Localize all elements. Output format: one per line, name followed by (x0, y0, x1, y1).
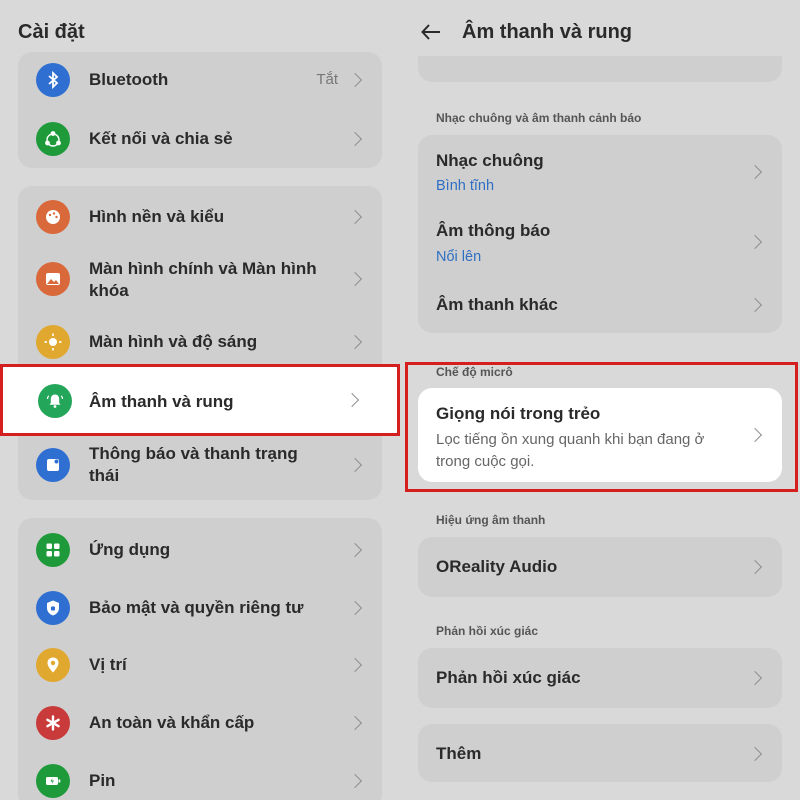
settings-item-location[interactable]: Vị trí (18, 636, 382, 694)
battery-icon (36, 764, 70, 798)
settings-item-notifications[interactable]: Thông báo và thanh trạng thái (18, 432, 382, 498)
notification-icon (36, 448, 70, 482)
settings-item-safety[interactable]: An toàn và khẩn cấp (18, 694, 382, 752)
clear-voice-item[interactable]: Giọng nói trong trẻo Lọc tiếng ồn xung q… (418, 388, 782, 482)
settings-item-label: Pin (89, 771, 116, 790)
ringtone-label: Nhạc chuông (436, 151, 544, 170)
page-title: Âm thanh và rung (462, 20, 633, 43)
display-group: Hình nền và kiểu Màn hình chính và Màn h… (18, 186, 382, 500)
clear-voice-label: Giọng nói trong trẻo (436, 404, 601, 423)
settings-item-label: Thông báo và thanh trạng thái (89, 444, 298, 485)
chevron-right-icon (347, 657, 363, 673)
settings-item-label: Ứng dụng (89, 540, 171, 559)
chevron-right-icon (347, 334, 363, 350)
settings-item-sound[interactable]: Âm thanh và rung (0, 364, 400, 436)
settings-item-label: An toàn và khẩn cấp (89, 713, 255, 732)
settings-item-privacy[interactable]: Bảo mật và quyền riêng tư (18, 578, 382, 638)
chevron-right-icon (344, 392, 360, 408)
notification-sound-item[interactable]: Âm thông báo Nổi lên (418, 207, 782, 279)
chevron-right-icon (347, 271, 363, 287)
image-icon (36, 262, 70, 296)
settings-item-label: Bluetooth (89, 70, 169, 89)
chevron-right-icon (347, 131, 363, 147)
oreality-label: OReality Audio (436, 557, 558, 576)
haptics-label: Phản hồi xúc giác (436, 668, 581, 687)
more-item[interactable]: Thêm (418, 724, 782, 782)
shield-icon (36, 591, 70, 625)
settings-item-label: Màn hình và độ sáng (89, 332, 258, 351)
section-haptics: Phản hồi xúc giác (436, 624, 539, 638)
settings-item-label: Màn hình chính và Màn hình khóa (89, 259, 317, 300)
chevron-right-icon (347, 209, 363, 225)
chevron-right-icon (747, 559, 763, 575)
more-label: Thêm (436, 744, 482, 763)
system-group: Ứng dụng Bảo mật và quyền riêng tư Vị tr… (18, 518, 382, 800)
chevron-right-icon (347, 773, 363, 789)
settings-item-label: Bảo mật và quyền riêng tư (89, 598, 304, 617)
sound-header: Âm thanh và rung (400, 0, 800, 64)
ringtone-value: Bình tĩnh (436, 178, 495, 194)
palette-icon (36, 200, 70, 234)
chevron-right-icon (747, 670, 763, 686)
previous-card (418, 56, 782, 82)
settings-item-label: Vị trí (89, 655, 127, 674)
bluetooth-icon (36, 63, 70, 97)
chevron-right-icon (747, 427, 763, 443)
settings-item-homescreen[interactable]: Màn hình chính và Màn hình khóa (18, 248, 382, 310)
settings-item-label: Kết nối và chia sẻ (89, 129, 233, 148)
section-mic: Chế độ micrô (436, 365, 513, 379)
ringtone-item[interactable]: Nhạc chuông Bình tĩnh (418, 135, 782, 207)
other-sounds-item[interactable]: Âm thanh khác (418, 279, 782, 333)
chevron-right-icon (747, 297, 763, 313)
section-ringtone: Nhạc chuông và âm thanh cảnh báo (436, 111, 642, 125)
connectivity-group: Bluetooth Tắt Kết nối và chia sẻ (18, 52, 382, 168)
clear-voice-description: Lọc tiếng ồn xung quanh khi bạn đang ở t… (436, 431, 705, 470)
chevron-right-icon (747, 234, 763, 250)
section-effects: Hiệu ứng âm thanh (436, 513, 546, 527)
chevron-right-icon (347, 542, 363, 558)
chevron-right-icon (347, 715, 363, 731)
page-title: Cài đặt (18, 20, 85, 43)
chevron-right-icon (747, 746, 763, 762)
bluetooth-status: Tắt (316, 71, 338, 88)
settings-item-bluetooth[interactable]: Bluetooth Tắt (18, 52, 382, 108)
notification-sound-label: Âm thông báo (436, 221, 551, 240)
settings-item-wallpaper[interactable]: Hình nền và kiểu (18, 186, 382, 248)
sun-icon (36, 325, 70, 359)
ringtone-group: Nhạc chuông Bình tĩnh Âm thông báo Nổi l… (418, 135, 782, 333)
oreality-item[interactable]: OReality Audio (418, 537, 782, 597)
settings-item-label: Hình nền và kiểu (89, 207, 225, 226)
back-arrow-icon[interactable] (420, 22, 442, 42)
chevron-right-icon (747, 164, 763, 180)
chevron-right-icon (347, 600, 363, 616)
asterisk-icon (36, 706, 70, 740)
other-sounds-label: Âm thanh khác (436, 295, 558, 314)
settings-item-battery[interactable]: Pin (18, 752, 382, 800)
settings-item-apps[interactable]: Ứng dụng (18, 518, 382, 582)
share-icon (36, 122, 70, 156)
notification-sound-value: Nổi lên (436, 249, 482, 265)
bell-icon (38, 384, 72, 418)
chevron-right-icon (347, 457, 363, 473)
settings-item-connection[interactable]: Kết nối và chia sẻ (18, 110, 382, 168)
location-icon (36, 648, 70, 682)
haptics-item[interactable]: Phản hồi xúc giác (418, 648, 782, 708)
apps-icon (36, 533, 70, 567)
chevron-right-icon (347, 72, 363, 88)
settings-item-label: Âm thanh và rung (89, 392, 234, 411)
